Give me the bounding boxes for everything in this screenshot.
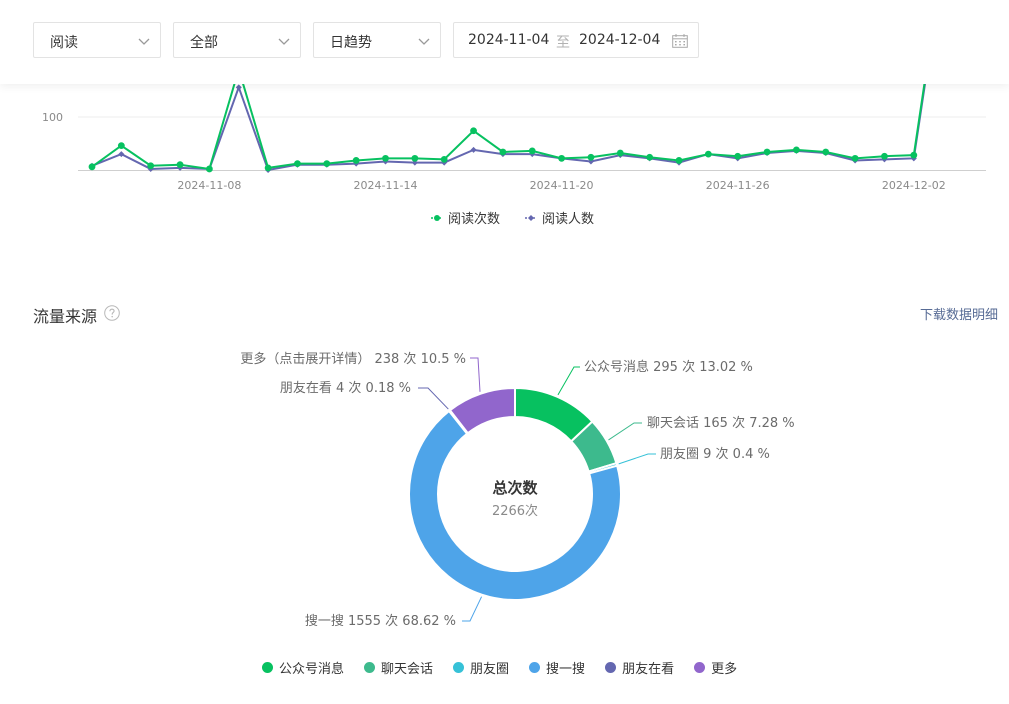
chevron-down-icon (138, 38, 150, 45)
donut-legend-item[interactable]: 朋友在看 (605, 658, 674, 677)
slice-label-text: 公众号消息 295 次 13.02 % (584, 359, 753, 375)
donut-legend-item[interactable]: 更多 (694, 658, 737, 677)
leader-line (557, 366, 580, 396)
slice-label-text: 朋友在看 4 次 0.18 % (280, 380, 411, 396)
legend-label: 搜一搜 (546, 661, 586, 677)
legend-dot (605, 661, 617, 673)
slice-label[interactable]: 朋友在看 4 次 0.18 % (280, 380, 449, 410)
legend-label: 公众号消息 (279, 661, 345, 677)
granularity-select[interactable]: 日趋势 (313, 22, 441, 58)
scope-select[interactable]: 全部 (173, 22, 301, 58)
date-start[interactable]: 2024-11-04 (468, 32, 549, 48)
legend-label: 朋友在看 (622, 661, 675, 677)
legend-label: 聊天会话 (381, 661, 434, 677)
donut-legend-item[interactable]: 搜一搜 (529, 658, 585, 677)
donut-center-value: 2266次 (492, 503, 538, 519)
slice-label-text: 朋友圈 9 次 0.4 % (660, 446, 770, 462)
date-separator: 至 (556, 35, 570, 51)
legend-dot (529, 661, 541, 673)
slice-label-text: 搜一搜 1555 次 68.62 % (305, 613, 456, 629)
calendar-icon[interactable] (672, 34, 688, 48)
leader-line (608, 422, 642, 441)
page: 100 2024-11-08 2024-11-14 2024-11-20 2024-11… (0, 0, 1009, 704)
legend-dot (262, 661, 273, 673)
slice-label-text: 聊天会话 165 次 7.28 % (647, 415, 795, 431)
donut-legend-item[interactable]: 聊天会话 (364, 658, 433, 677)
slice-label[interactable]: 聊天会话 165 次 7.28 % (608, 415, 795, 441)
slice-label[interactable]: 搜一搜 1555 次 68.62 % (305, 596, 483, 629)
slice-label[interactable]: 朋友圈 9 次 0.4 % (618, 446, 770, 465)
slice-label-text: 更多（点击展开详情） 238 次 10.5 % (240, 351, 466, 367)
granularity-select-value: 日趋势 (330, 35, 372, 51)
traffic-source-donut-chart: 总次数 2266次 公众号消息 295 次 13.02 % 聊天会话 165 次 7.… (240, 351, 795, 629)
date-range-picker[interactable]: 2024-11-04 至 2024-12-04 (453, 22, 699, 58)
legend-dot (694, 661, 706, 673)
leader-line (418, 387, 449, 410)
filter-bar: 阅读 全部 日趋势 2024-11-04 至 2024-12-04 (0, 0, 1009, 84)
chevron-down-icon (278, 38, 290, 45)
legend-dot (453, 661, 465, 673)
slice-label[interactable]: 公众号消息 295 次 13.02 % (557, 359, 753, 396)
donut-legend: 公众号消息 聊天会话 朋友圈 搜一搜 朋友在看 更多 (262, 657, 757, 677)
donut-legend-item[interactable]: 朋友圈 (453, 658, 509, 677)
legend-label: 朋友圈 (470, 661, 510, 677)
donut-legend-item[interactable]: 公众号消息 (262, 658, 344, 677)
donut-center-title: 总次数 (492, 479, 538, 497)
leader-line (618, 453, 656, 465)
scope-select-value: 全部 (190, 35, 218, 51)
legend-dot (364, 661, 376, 673)
leader-line (470, 357, 481, 392)
metric-select-value: 阅读 (50, 35, 78, 51)
legend-label: 更多 (711, 661, 738, 677)
chevron-down-icon (418, 38, 430, 45)
date-end[interactable]: 2024-12-04 (579, 32, 660, 48)
metric-select[interactable]: 阅读 (33, 22, 161, 58)
leader-line (462, 596, 483, 622)
